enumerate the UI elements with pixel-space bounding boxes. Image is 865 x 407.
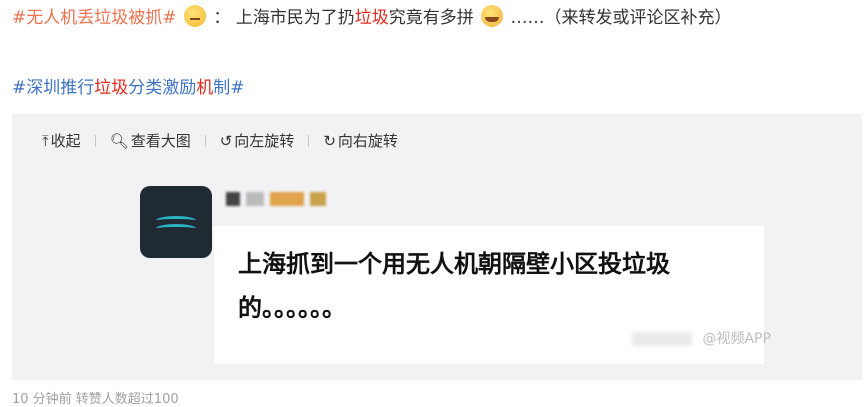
avatar <box>140 186 212 258</box>
watermark-text: @视频APP <box>702 331 771 347</box>
rotate-right-label: 向右旋转 <box>337 132 398 150</box>
wave-icon <box>156 224 196 233</box>
media-toolbar: ⤒ 收起 🔍︎ 查看大图 ↺ 向左旋转 ↻ 向右旋转 <box>42 130 398 151</box>
blurred-username <box>226 192 326 206</box>
thinking-emoji-icon <box>183 5 206 27</box>
toolbar-divider <box>308 134 310 147</box>
rotate-left-icon: ↺ <box>219 131 233 150</box>
post-text-line-2[interactable]: #深圳推行垃圾分类激励机制# <box>12 74 245 102</box>
collapse-label: 收起 <box>50 132 81 150</box>
collapse-button[interactable]: ⤒ 收起 <box>42 130 81 151</box>
quote-line-2: 的。。。。。。 <box>238 294 346 322</box>
collapse-up-icon: ⤒ <box>42 131 49 150</box>
laughing-crying-emoji-icon <box>481 5 504 27</box>
view-large-label: 查看大图 <box>130 132 191 150</box>
toolbar-divider <box>204 134 206 147</box>
topic-part-b[interactable]: 垃圾 <box>94 78 128 98</box>
image-quote-text: 上海抓到一个用无人机朝隔壁小区投垃圾 的。。。。。。 <box>238 242 670 330</box>
topic-part-e[interactable]: 制# <box>213 78 244 98</box>
topic-part-a[interactable]: #深圳推行 <box>12 78 94 98</box>
post-text-part-c: ……（来转发或评论区补充） <box>510 8 732 28</box>
watermark-blur <box>632 332 692 346</box>
topic-part-c[interactable]: 分类激励 <box>128 78 196 98</box>
rotate-right-button[interactable]: ↻ 向右旋转 <box>323 130 398 151</box>
view-large-button[interactable]: 🔍︎ 查看大图 <box>110 130 191 151</box>
post-footer: 10 分钟前 转赞人数超过100 <box>12 392 179 407</box>
toolbar-divider <box>94 134 96 147</box>
post-text-part-a: 上海市民为了扔 <box>235 8 355 28</box>
post-text-line-1: #无人机丢垃圾被抓# ： 上海市民为了扔垃圾究竟有多拼 ……（来转发或评论区补充… <box>12 4 732 32</box>
topic-part-d[interactable]: 机 <box>196 78 213 98</box>
rotate-left-button[interactable]: ↺ 向左旋转 <box>220 130 295 151</box>
hashtag-drone-trash[interactable]: #无人机丢垃圾被抓# <box>12 8 177 28</box>
rotate-right-icon: ↻ <box>323 131 336 150</box>
quote-line-1: 上海抓到一个用无人机朝隔壁小区投垃圾 <box>238 250 670 278</box>
post-colon: ： <box>213 8 231 28</box>
post-text-part-b: 究竟有多拼 <box>388 8 474 28</box>
post-text-highlight: 垃圾 <box>354 8 389 28</box>
media-viewer: ⤒ 收起 🔍︎ 查看大图 ↺ 向左旋转 ↻ 向右旋转 上海抓到一个用无人机朝隔壁… <box>12 114 862 380</box>
rotate-left-label: 向左旋转 <box>234 132 295 150</box>
image-watermark: @视频APP <box>632 328 771 348</box>
search-icon: 🔍︎ <box>109 131 129 150</box>
